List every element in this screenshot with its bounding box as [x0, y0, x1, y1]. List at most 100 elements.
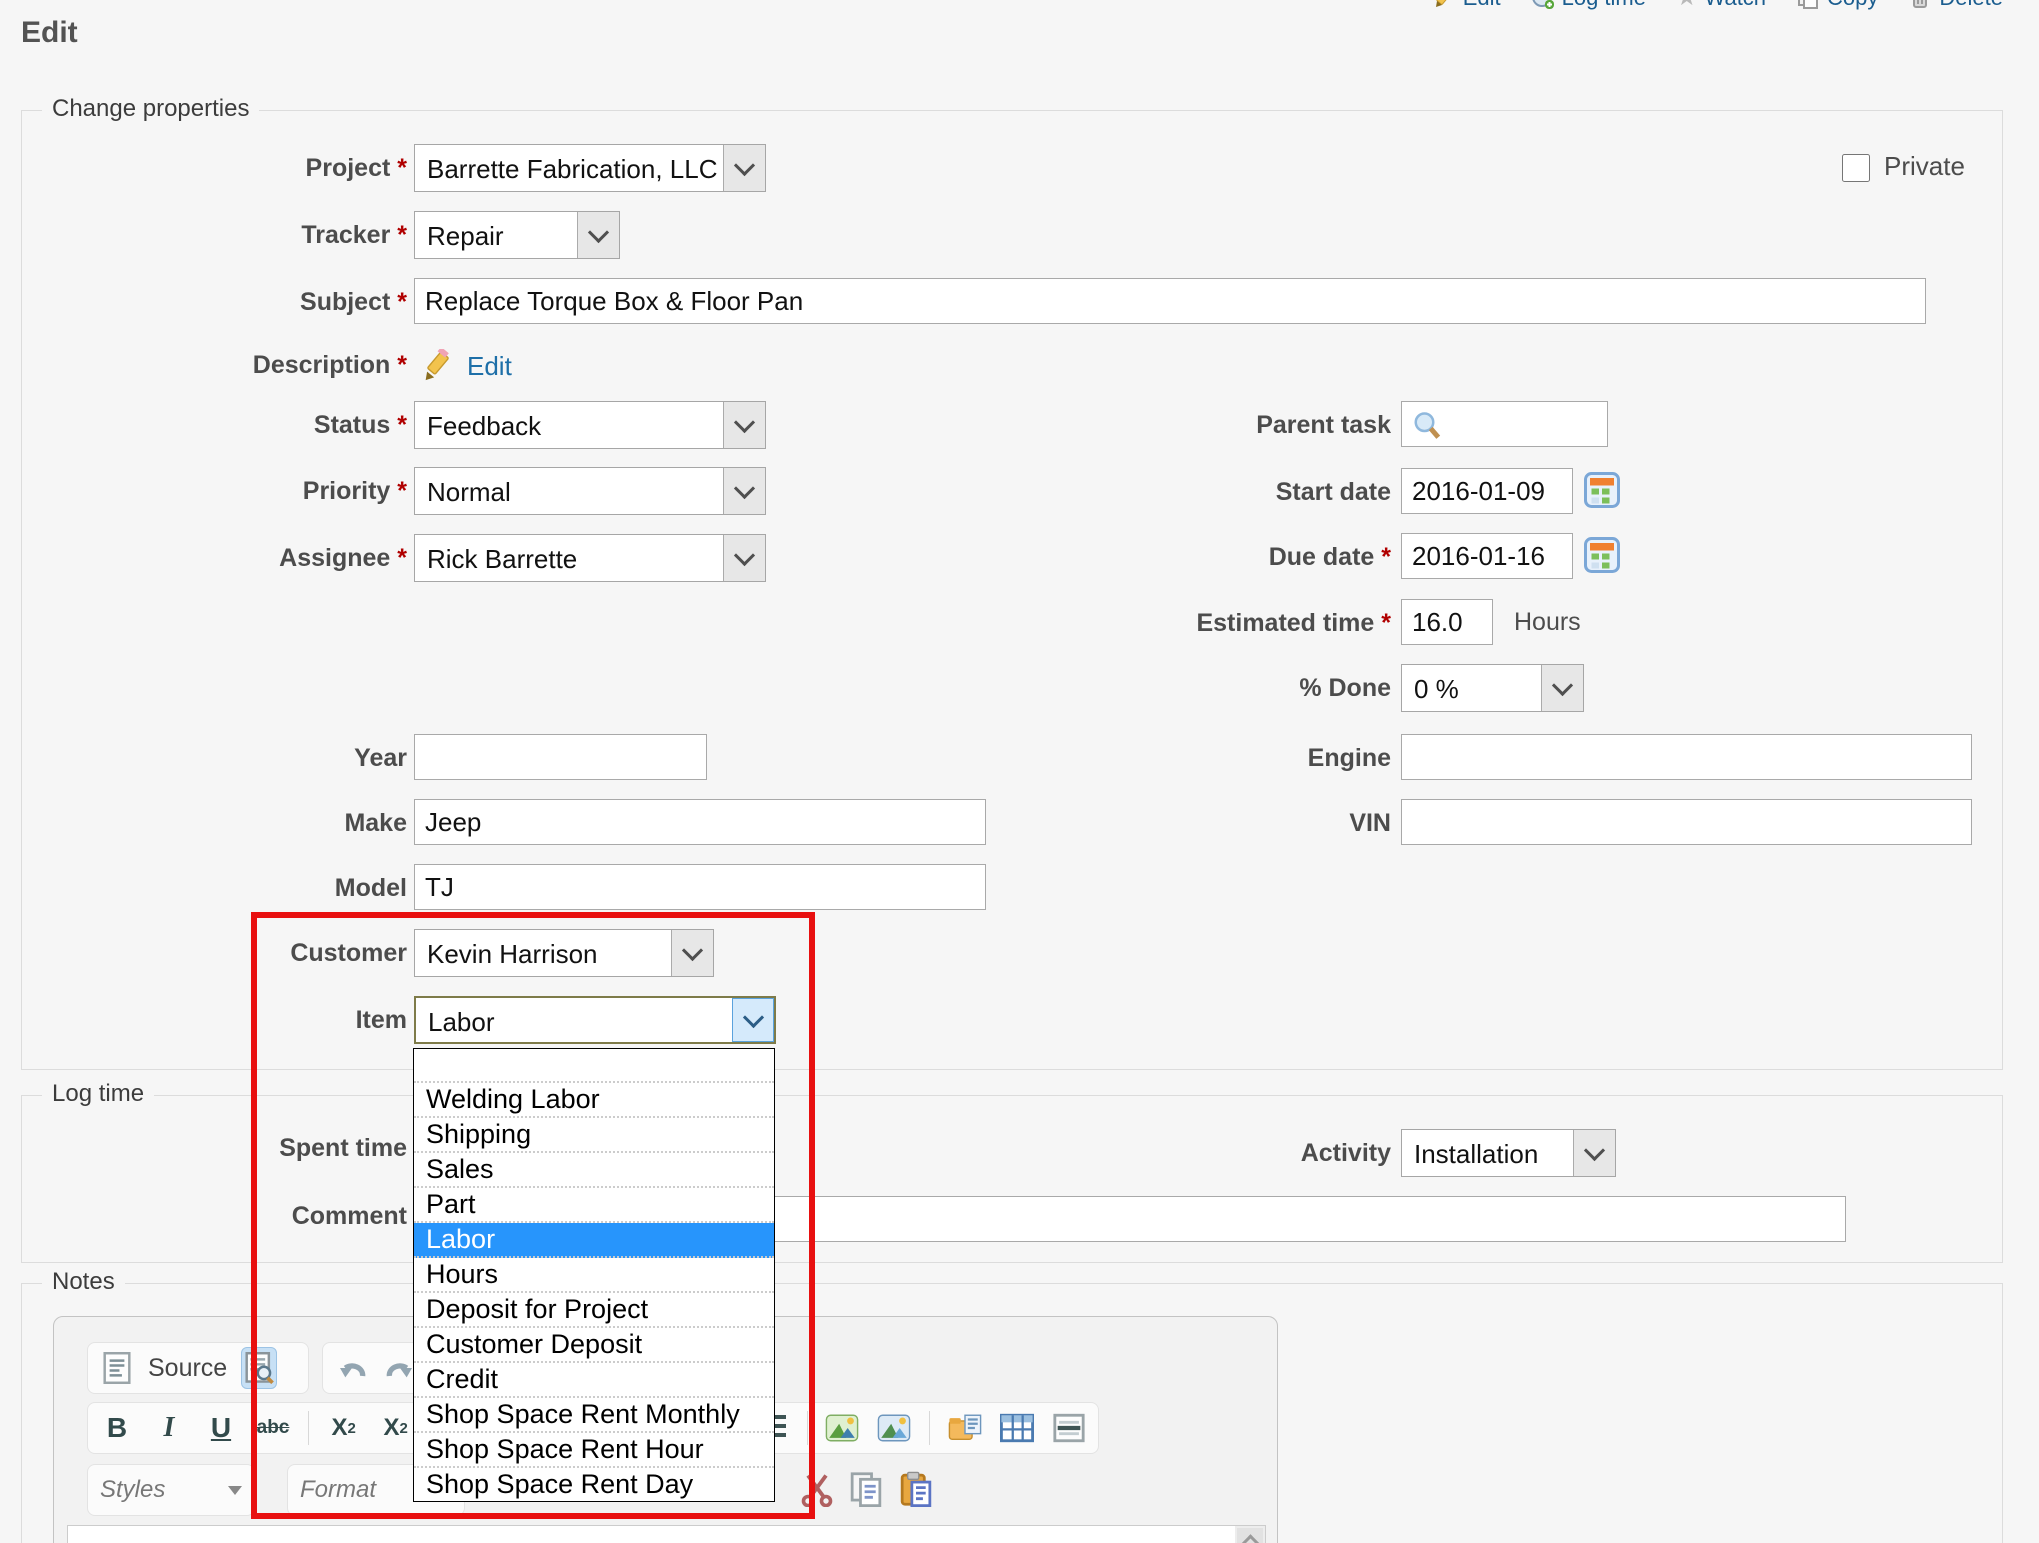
source-mode-button[interactable] [100, 1348, 134, 1388]
browse-server-icon[interactable] [948, 1408, 982, 1448]
italic-button[interactable]: I [152, 1408, 186, 1448]
superscript-button[interactable]: X2 [379, 1408, 413, 1448]
model-input[interactable] [414, 864, 986, 910]
bold-button[interactable]: B [100, 1408, 134, 1448]
dropdown-option[interactable]: Welding Labor [414, 1083, 774, 1118]
make-input[interactable] [414, 799, 986, 845]
dropdown-option[interactable]: Credit [414, 1363, 774, 1398]
delete-action-link[interactable]: Delete [1908, 0, 2003, 11]
pencil-icon [420, 349, 454, 383]
item-select[interactable]: Labor [414, 996, 776, 1044]
page-title: Edit [21, 16, 78, 50]
toolbar-separator [929, 1411, 930, 1445]
source-document-icon [102, 1352, 132, 1384]
chevron-down-icon [723, 535, 765, 581]
copy-action-link[interactable]: Copy [1796, 0, 1878, 11]
watch-action-link[interactable]: ★ Watch [1676, 0, 1766, 11]
calendar-icon[interactable] [1584, 537, 1620, 573]
chevron-down-icon [671, 930, 713, 976]
preview-button[interactable] [241, 1347, 277, 1389]
subject-input[interactable] [414, 278, 1926, 324]
insert-media-icon[interactable] [877, 1408, 911, 1448]
scroll-up-button[interactable] [1237, 1528, 1263, 1543]
assignee-select[interactable]: Rick Barrette [414, 534, 766, 582]
styles-dropdown[interactable]: Styles [87, 1464, 255, 1516]
dropdown-option[interactable]: Customer Deposit [414, 1328, 774, 1363]
tracker-select[interactable]: Repair [414, 211, 620, 259]
customer-select[interactable]: Kevin Harrison [414, 929, 714, 977]
toolbar-separator [807, 1411, 808, 1445]
undo-icon[interactable] [335, 1348, 369, 1388]
dropdown-option[interactable]: Shipping [414, 1118, 774, 1153]
dropdown-option[interactable]: Sales [414, 1153, 774, 1188]
log-time-action-link[interactable]: Log time [1531, 0, 1646, 11]
editor-scrollbar[interactable] [1235, 1526, 1265, 1543]
vin-label: VIN [931, 809, 1391, 838]
required-asterisk: * [1381, 543, 1391, 571]
dropdown-option[interactable]: Shop Space Rent Hour [414, 1433, 774, 1468]
insert-table-icon[interactable] [1000, 1408, 1034, 1448]
project-select-value: Barrette Fabrication, LLC [427, 154, 717, 185]
notes-fieldset: Notes Source [21, 1283, 2003, 1543]
comment-label: Comment [52, 1202, 407, 1231]
dropdown-option[interactable]: Deposit for Project [414, 1293, 774, 1328]
project-label: Project * [52, 154, 407, 183]
required-asterisk: * [397, 351, 407, 379]
paste-clipboard-icon[interactable] [899, 1469, 933, 1509]
estimated-time-label: Estimated time * [931, 609, 1391, 638]
status-select-value: Feedback [427, 411, 541, 442]
format-dropdown-label: Format [300, 1476, 376, 1504]
strikethrough-button[interactable]: abc [256, 1408, 290, 1448]
subject-label: Subject * [52, 288, 407, 317]
priority-select[interactable]: Normal [414, 467, 766, 515]
subscript-button[interactable]: X2 [327, 1408, 361, 1448]
percent-done-label: % Done [931, 674, 1391, 703]
document-magnifier-icon [244, 1352, 274, 1384]
pencil-icon [1432, 0, 1456, 10]
dropdown-option[interactable]: Part [414, 1188, 774, 1223]
chevron-down-icon [1541, 665, 1583, 711]
start-date-label: Start date [931, 478, 1391, 507]
vin-input[interactable] [1401, 799, 1972, 845]
toolbar-separator [308, 1411, 309, 1445]
engine-input[interactable] [1401, 734, 1972, 780]
activity-select-value: Installation [1414, 1139, 1538, 1170]
activity-select[interactable]: Installation [1401, 1129, 1616, 1177]
log-time-action-label: Log time [1562, 0, 1646, 11]
estimated-time-input[interactable] [1401, 599, 1493, 645]
tracker-select-value: Repair [427, 221, 504, 252]
underline-button[interactable]: U [204, 1408, 238, 1448]
activity-label: Activity [931, 1139, 1391, 1168]
required-asterisk: * [1381, 609, 1391, 637]
cut-scissors-icon[interactable] [799, 1469, 835, 1509]
editor-content-area[interactable] [67, 1525, 1266, 1543]
copy-document-icon[interactable] [849, 1469, 883, 1509]
status-select[interactable]: Feedback [414, 401, 766, 449]
start-date-input[interactable] [1401, 468, 1573, 514]
dropdown-option[interactable]: Hours [414, 1258, 774, 1293]
required-asterisk: * [397, 154, 407, 182]
dropdown-option[interactable]: Shop Space Rent Monthly [414, 1398, 774, 1433]
contextual-actions: Edit Log time ★ Watch Copy Delete [1432, 0, 2003, 11]
horizontal-rule-icon[interactable] [1052, 1408, 1086, 1448]
tracker-label: Tracker * [52, 221, 407, 250]
percent-done-select[interactable]: 0 % [1401, 664, 1584, 712]
priority-label: Priority * [52, 477, 407, 506]
styles-dropdown-label: Styles [100, 1476, 165, 1504]
calendar-icon[interactable] [1584, 472, 1620, 508]
dropdown-option-selected[interactable]: Labor [414, 1223, 774, 1258]
edit-action-link[interactable]: Edit [1432, 0, 1501, 11]
description-edit-link[interactable]: Edit [467, 351, 512, 382]
magnifier-icon [1412, 411, 1442, 441]
private-checkbox[interactable] [1842, 154, 1870, 182]
insert-image-icon[interactable] [825, 1408, 859, 1448]
make-label: Make [52, 809, 407, 838]
editor-toolbar-row1-group1: Source [87, 1342, 309, 1394]
dropdown-option[interactable]: Shop Space Rent Day [414, 1468, 774, 1501]
project-select[interactable]: Barrette Fabrication, LLC [414, 144, 766, 192]
clock-plus-icon [1531, 0, 1555, 10]
due-date-input[interactable] [1401, 533, 1573, 579]
dropdown-option-blank[interactable] [414, 1049, 774, 1083]
redo-icon[interactable] [383, 1348, 417, 1388]
year-input[interactable] [414, 734, 707, 780]
